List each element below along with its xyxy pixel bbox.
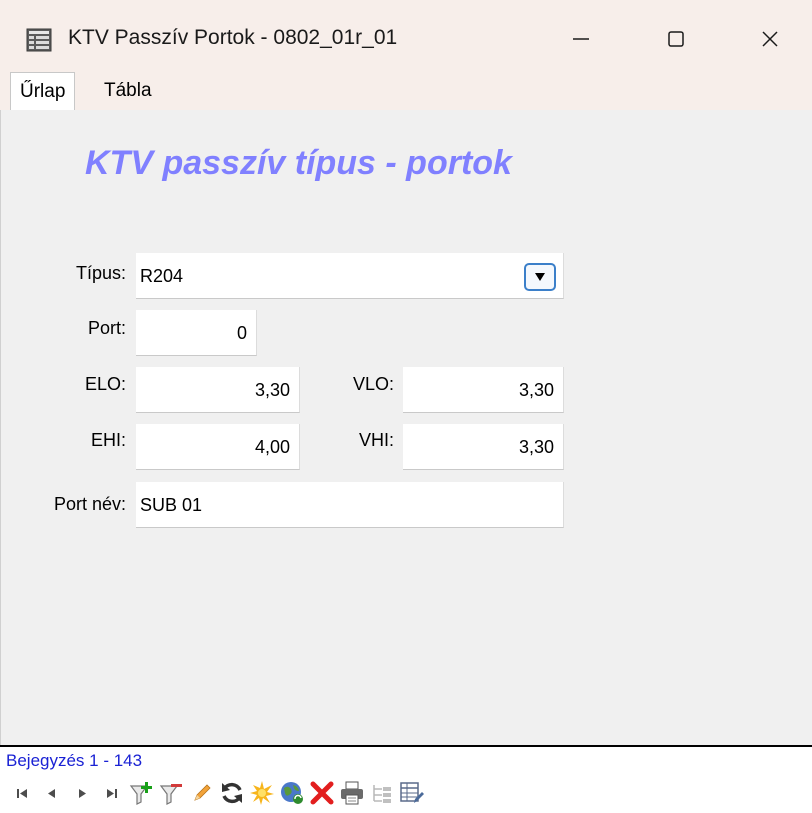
tipus-combobox[interactable]: R204 (136, 253, 564, 299)
close-button[interactable] (746, 18, 794, 60)
maximize-button[interactable] (652, 18, 700, 60)
form-title: KTV passzív típus - portok (85, 144, 512, 182)
next-record-button[interactable] (68, 779, 96, 807)
remove-filter-icon (159, 784, 182, 805)
vhi-label: VHI: (358, 430, 394, 450)
delete-icon (310, 781, 334, 805)
edit-icon (194, 784, 211, 801)
first-record-button[interactable] (8, 779, 36, 807)
web-icon (281, 782, 303, 804)
tipus-value: R204 (140, 266, 184, 286)
port-nev-value: SUB 01 (140, 495, 203, 515)
navigation-toolbar (8, 779, 428, 807)
tree-button[interactable] (368, 779, 396, 807)
tipus-label: Típus: (75, 263, 126, 283)
tab-table[interactable]: Tábla (95, 72, 161, 110)
window-title: KTV Passzív Portok - 0802_01r_01 (68, 26, 398, 49)
ehi-value: 4,00 (254, 437, 290, 457)
new-icon (250, 781, 274, 805)
add-filter-button[interactable] (128, 779, 156, 807)
port-label: Port: (87, 318, 126, 338)
tab-form[interactable]: Űrlap (10, 72, 76, 111)
print-button[interactable] (338, 779, 366, 807)
prev-record-button[interactable] (38, 779, 66, 807)
minimize-button[interactable] (557, 18, 605, 60)
first-record-icon (17, 789, 27, 798)
elo-field[interactable]: 3,30 (136, 367, 300, 413)
minimize-icon (573, 38, 589, 40)
vhi-field[interactable]: 3,30 (403, 424, 564, 470)
last-record-button[interactable] (98, 779, 126, 807)
refresh-button[interactable] (218, 779, 246, 807)
port-nev-label: Port név: (53, 494, 126, 514)
tipus-dropdown-button[interactable] (524, 263, 556, 291)
title-bar[interactable]: KTV Passzív Portok - 0802_01r_01 (0, 0, 812, 72)
port-nev-field[interactable]: SUB 01 (136, 482, 564, 528)
vlo-label: VLO: (352, 374, 394, 394)
refresh-icon (222, 782, 242, 804)
last-record-icon (107, 789, 117, 798)
chevron-down-icon (535, 273, 545, 281)
table-icon (26, 27, 52, 53)
maximize-icon (668, 31, 684, 47)
app-window: KTV Passzív Portok - 0802_01r_01 Űrlap T… (0, 0, 812, 813)
elo-value: 3,30 (254, 380, 290, 400)
web-button[interactable] (278, 779, 306, 807)
port-field[interactable]: 0 (136, 310, 257, 356)
vhi-value: 3,30 (518, 437, 554, 457)
elo-label: ELO: (84, 374, 126, 394)
ehi-field[interactable]: 4,00 (136, 424, 300, 470)
vlo-field[interactable]: 3,30 (403, 367, 564, 413)
ehi-label: EHI: (90, 430, 126, 450)
tree-icon (373, 785, 391, 803)
vlo-value: 3,30 (518, 380, 554, 400)
print-icon (341, 781, 363, 805)
table-edit-icon (400, 782, 424, 803)
close-icon (762, 31, 778, 47)
tab-strip: Űrlap Tábla (0, 72, 812, 111)
status-bar: Bejegyzés 1 - 143 (0, 745, 812, 813)
next-record-icon (79, 789, 86, 798)
delete-button[interactable] (308, 779, 336, 807)
edit-button[interactable] (188, 779, 216, 807)
port-value: 0 (236, 323, 247, 343)
remove-filter-button[interactable] (158, 779, 186, 807)
record-count: Bejegyzés 1 - 143 (6, 751, 143, 770)
prev-record-icon (48, 789, 55, 798)
add-filter-icon (129, 782, 152, 805)
table-edit-button[interactable] (398, 779, 426, 807)
new-record-button[interactable] (248, 779, 276, 807)
